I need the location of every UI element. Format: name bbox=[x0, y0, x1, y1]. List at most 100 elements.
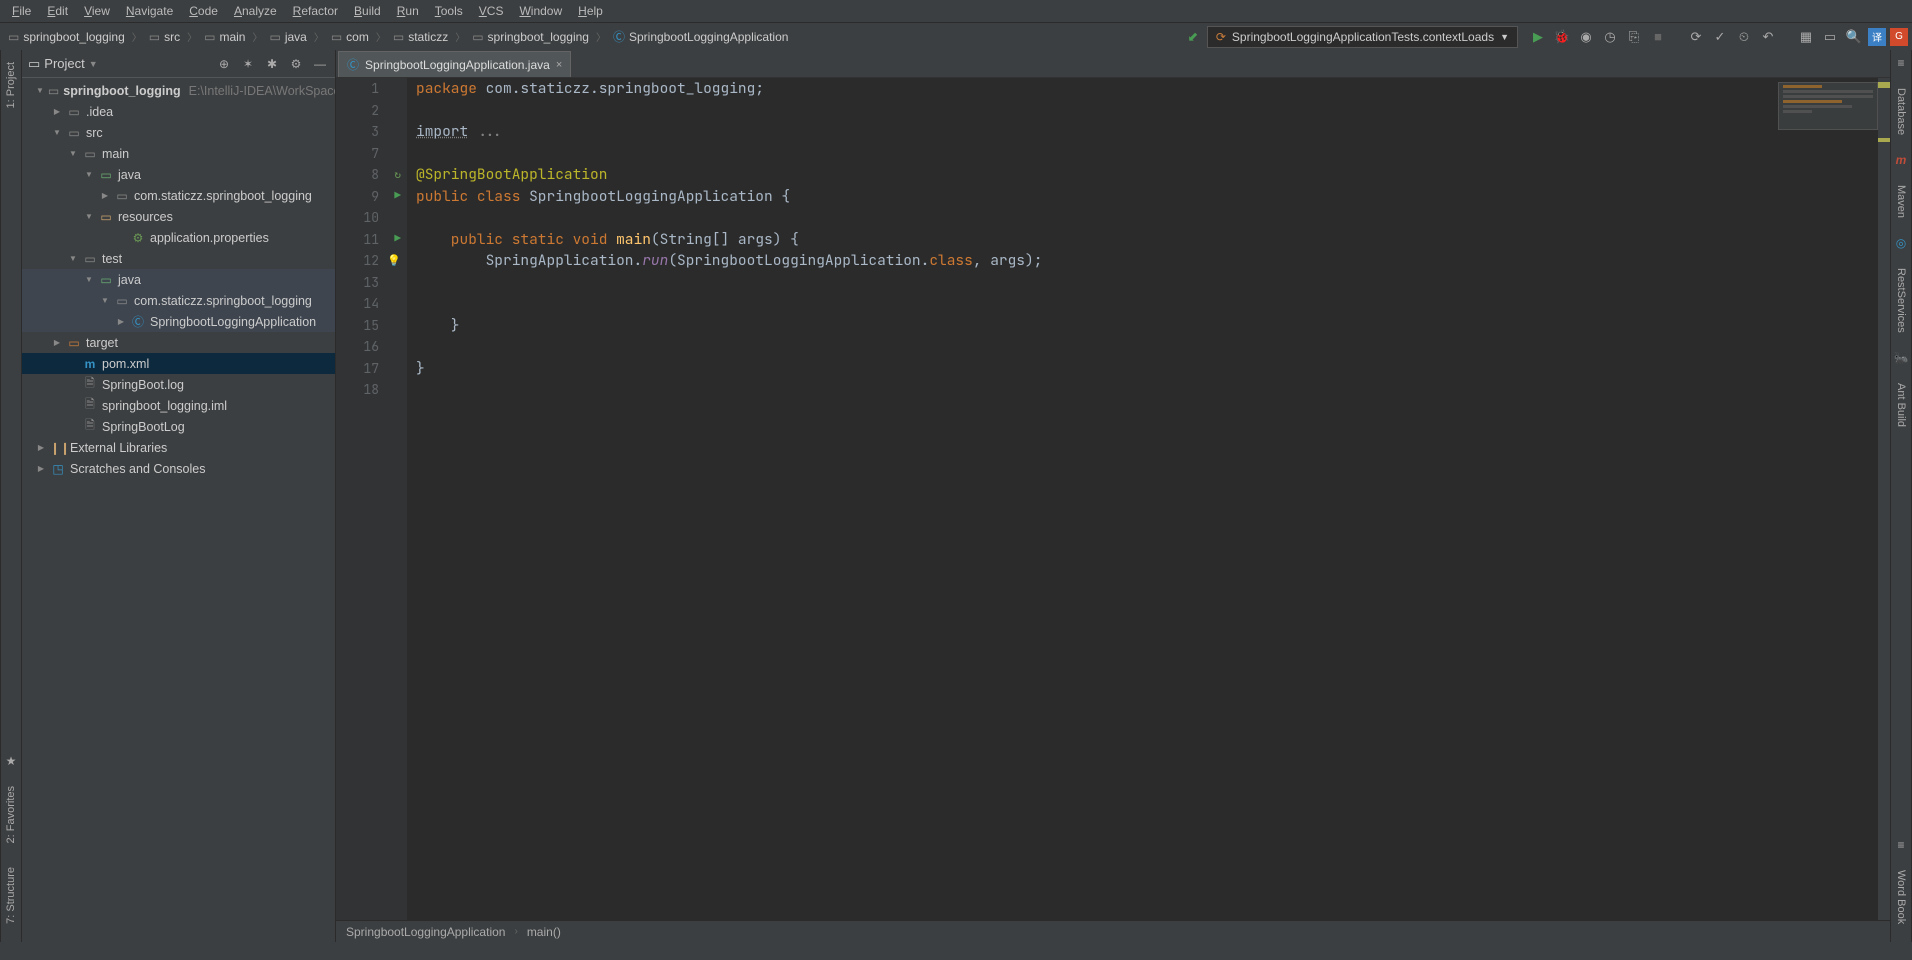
menu-tools[interactable]: Tools bbox=[429, 2, 469, 20]
tree-iml[interactable]: 🗎springboot_logging.iml bbox=[22, 395, 335, 416]
tree-pom[interactable]: mpom.xml bbox=[22, 353, 335, 374]
tree-appprops[interactable]: ⚙application.properties bbox=[22, 227, 335, 248]
menu-run[interactable]: Run bbox=[391, 2, 425, 20]
stripe-ant[interactable]: Ant Build bbox=[1895, 377, 1907, 433]
collapse-icon[interactable]: ✱ bbox=[263, 57, 281, 71]
tree-main[interactable]: ▼▭main bbox=[22, 143, 335, 164]
minimap[interactable] bbox=[1778, 82, 1878, 130]
chevron-down-icon[interactable]: ▼ bbox=[89, 59, 98, 69]
code[interactable]: package com.staticzz.springboot_logging;… bbox=[408, 78, 1890, 920]
stripe-structure[interactable]: 7: Structure bbox=[5, 861, 17, 930]
menu-navigate[interactable]: Navigate bbox=[120, 2, 179, 20]
menu-window[interactable]: Window bbox=[513, 2, 568, 20]
structure-icon[interactable]: ▦ bbox=[1796, 27, 1816, 47]
debug-icon[interactable]: 🐞 bbox=[1552, 27, 1572, 47]
menu-refactor[interactable]: Refactor bbox=[287, 2, 344, 20]
tree-log2[interactable]: 🗎SpringBootLog bbox=[22, 416, 335, 437]
gutter-line[interactable]: 3 bbox=[336, 121, 407, 143]
tree-extlib[interactable]: ▶❙❙External Libraries bbox=[22, 437, 335, 458]
stripe-wordbook[interactable]: Word Book bbox=[1895, 864, 1907, 930]
project-tree[interactable]: ▼▭springboot_loggingE:\IntelliJ-IDEA\Wor… bbox=[22, 78, 335, 942]
close-icon[interactable]: × bbox=[556, 59, 562, 71]
gutter-line[interactable]: 9▶ bbox=[336, 186, 407, 208]
tree-java[interactable]: ▼▭java bbox=[22, 164, 335, 185]
gutter-line[interactable]: 16 bbox=[336, 336, 407, 358]
locate-icon[interactable]: ⊕ bbox=[215, 57, 233, 71]
stripe-rest[interactable]: RestServices bbox=[1895, 262, 1907, 339]
gutter-line[interactable]: 11▶ bbox=[336, 229, 407, 251]
tree-idea[interactable]: ▶▭.idea bbox=[22, 101, 335, 122]
menu-build[interactable]: Build bbox=[348, 2, 387, 20]
tree-testjava[interactable]: ▼▭java bbox=[22, 269, 335, 290]
gutter-line[interactable]: 13 bbox=[336, 272, 407, 294]
menu-view[interactable]: View bbox=[78, 2, 116, 20]
git-commit-icon[interactable]: ✓ bbox=[1710, 27, 1730, 47]
crumb-class[interactable]: SpringbootLoggingApplication bbox=[346, 925, 505, 939]
coverage-icon[interactable]: ◉ bbox=[1576, 27, 1596, 47]
menu-code[interactable]: Code bbox=[183, 2, 224, 20]
gutter-line[interactable]: 15 bbox=[336, 315, 407, 337]
stripe-project[interactable]: 1: Project bbox=[5, 56, 17, 114]
book-icon[interactable]: ≡ bbox=[1897, 838, 1904, 852]
tree-pkg[interactable]: ▶▭com.staticzz.springboot_logging bbox=[22, 185, 335, 206]
crumb-springboot_logging[interactable]: ▭springboot_logging bbox=[468, 30, 593, 44]
menu-file[interactable]: File bbox=[6, 2, 37, 20]
search-icon[interactable]: 🔍 bbox=[1844, 27, 1864, 47]
stripe-favorites[interactable]: 2: Favorites bbox=[5, 780, 17, 849]
profile-icon[interactable]: ◷ bbox=[1600, 27, 1620, 47]
avatar-icon[interactable]: ▭ bbox=[1820, 27, 1840, 47]
run-icon[interactable]: ▶ bbox=[1528, 27, 1548, 47]
menu-vcs[interactable]: VCS bbox=[473, 2, 510, 20]
menu-help[interactable]: Help bbox=[572, 2, 609, 20]
build-icon[interactable]: ⬋ bbox=[1183, 27, 1203, 47]
crumb-springbootloggingapplication[interactable]: ⒸSpringbootLoggingApplication bbox=[609, 28, 792, 45]
menu-edit[interactable]: Edit bbox=[41, 2, 74, 20]
gutter-line[interactable]: 7 bbox=[336, 143, 407, 165]
gutter-line[interactable]: 1 bbox=[336, 78, 407, 100]
git-revert-icon[interactable]: ↶ bbox=[1758, 27, 1778, 47]
plugin1-icon[interactable]: 译 bbox=[1868, 28, 1886, 46]
crumb-springboot_logging[interactable]: ▭springboot_logging bbox=[4, 30, 129, 44]
tree-test[interactable]: ▼▭test bbox=[22, 248, 335, 269]
tree-src[interactable]: ▼▭src bbox=[22, 122, 335, 143]
menu-analyze[interactable]: Analyze bbox=[228, 2, 283, 20]
maven-icon[interactable]: m bbox=[1896, 153, 1907, 167]
editor-tab[interactable]: Ⓒ SpringbootLoggingApplication.java × bbox=[338, 51, 571, 77]
tree-root[interactable]: ▼▭springboot_loggingE:\IntelliJ-IDEA\Wor… bbox=[22, 80, 335, 101]
plugin2-icon[interactable]: G bbox=[1890, 28, 1908, 46]
star-icon[interactable]: ★ bbox=[6, 754, 17, 768]
git-update-icon[interactable]: ⟳ bbox=[1686, 27, 1706, 47]
tree-appclass[interactable]: ▶ⒸSpringbootLoggingApplication bbox=[22, 311, 335, 332]
gutter-line[interactable]: 17 bbox=[336, 358, 407, 380]
gutter-line[interactable]: 18 bbox=[336, 379, 407, 401]
ant-icon[interactable]: 🐜 bbox=[1894, 351, 1909, 365]
attach-icon[interactable]: ⎘ bbox=[1624, 27, 1644, 47]
tree-scratch[interactable]: ▶◳Scratches and Consoles bbox=[22, 458, 335, 479]
gutter-line[interactable]: 14 bbox=[336, 293, 407, 315]
run-config-selector[interactable]: ⟳ SpringbootLoggingApplicationTests.cont… bbox=[1207, 26, 1518, 48]
crumb-com[interactable]: ▭com bbox=[327, 30, 373, 44]
gear-icon[interactable]: ⚙ bbox=[287, 57, 305, 71]
gutter-line[interactable]: 2 bbox=[336, 100, 407, 122]
tree-testpkg[interactable]: ▼▭com.staticzz.springboot_logging bbox=[22, 290, 335, 311]
gutter-line[interactable]: 10 bbox=[336, 207, 407, 229]
rest-icon[interactable]: ◎ bbox=[1896, 236, 1906, 250]
crumb-method[interactable]: main() bbox=[527, 925, 561, 939]
tree-target[interactable]: ▶▭target bbox=[22, 332, 335, 353]
crumb-staticzz[interactable]: ▭staticzz bbox=[389, 30, 452, 44]
stripe-maven[interactable]: Maven bbox=[1895, 179, 1907, 224]
gutter-line[interactable]: 8↻ bbox=[336, 164, 407, 186]
crumb-src[interactable]: ▭src bbox=[145, 30, 184, 44]
git-history-icon[interactable]: ⏲ bbox=[1734, 27, 1754, 47]
stripe-database[interactable]: Database bbox=[1895, 82, 1907, 141]
editor-body[interactable]: 12378↻9▶1011▶12💡131415161718 package com… bbox=[336, 78, 1890, 920]
gutter-line[interactable]: 12💡 bbox=[336, 250, 407, 272]
database-icon[interactable]: ≡ bbox=[1897, 56, 1904, 70]
stop-icon[interactable]: ■ bbox=[1648, 27, 1668, 47]
tree-resources[interactable]: ▼▭resources bbox=[22, 206, 335, 227]
crumb-main[interactable]: ▭main bbox=[200, 30, 249, 44]
hide-icon[interactable]: — bbox=[311, 57, 329, 71]
crumb-java[interactable]: ▭java bbox=[265, 30, 310, 44]
expand-icon[interactable]: ✶ bbox=[239, 57, 257, 71]
tree-log1[interactable]: 🗎SpringBoot.log bbox=[22, 374, 335, 395]
